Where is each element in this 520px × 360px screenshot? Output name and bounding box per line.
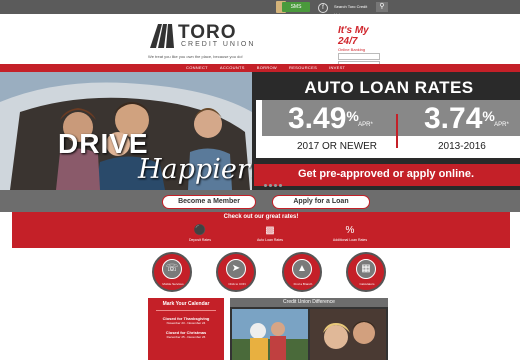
carousel-dot[interactable] [279, 184, 282, 187]
facebook-icon[interactable]: f [318, 3, 328, 13]
calendar-divider [156, 310, 216, 311]
preapproved-cta[interactable]: Get pre-approved or apply online. [298, 168, 474, 180]
main-nav: CONNECT ACCOUNTS BORROW RESOURCES INVEST [0, 64, 520, 72]
calculator-icon: ▦ [356, 259, 376, 279]
calendar-title: Mark Your Calendar [162, 301, 210, 307]
nav-item-accounts[interactable]: ACCOUNTS [220, 64, 245, 72]
hero-banner[interactable]: DRIVE Happier! AUTO LOAN RATES 3.49% APR*… [0, 72, 520, 190]
carousel-dot[interactable] [274, 184, 277, 187]
top-utility-bar: SMS f Search Toro Credit Union ⚲ [0, 0, 520, 17]
nav-item-invest[interactable]: INVEST [329, 64, 345, 72]
nav-item-connect[interactable]: CONNECT [186, 64, 208, 72]
search-icon[interactable]: ⚲ [376, 2, 388, 12]
difference-title: Credit Union Difference [230, 298, 388, 307]
mobile-services-button[interactable]: ☏ Mobile Services [152, 252, 192, 292]
logo-tagline: We treat you like you own the place, bec… [148, 54, 243, 59]
calculators-button[interactable]: ▦ Calculators [346, 252, 386, 292]
toro-mark-icon [150, 24, 174, 48]
great-rates-heading: Check out our great rates! [12, 212, 510, 222]
nav-item-borrow[interactable]: BORROW [257, 64, 277, 72]
auto-loan-rates-link[interactable]: ▩ Auto Loan Rates [240, 225, 300, 243]
rate-older-pct: % [482, 108, 495, 124]
rate-newer: 3.49% APR* [288, 102, 373, 136]
carousel-dots[interactable] [264, 184, 282, 187]
mobile-services-label: Mobile Services [162, 282, 184, 286]
carousel-dot[interactable] [269, 184, 272, 187]
banking-brand: It's My 24/7 [338, 25, 369, 47]
rates-strip: ⚫ Deposit Rates ▩ Auto Loan Rates % Addi… [12, 222, 510, 248]
click-to-con-button[interactable]: ➤ Click to CON [216, 252, 256, 292]
rate-newer-apr: APR* [358, 122, 373, 128]
quick-links: ☏ Mobile Services ➤ Click to CON ▲ Find … [0, 250, 520, 292]
calendar-panel: Mark Your Calendar Closed for Thanksgivi… [148, 298, 224, 360]
auto-loan-rates-label: Auto Loan Rates [256, 238, 284, 242]
find-branch-button[interactable]: ▲ Find a Branch [282, 252, 322, 292]
deposit-rates-label: Deposit Rates [189, 238, 211, 242]
rate-older: 3.74% APR* [424, 102, 509, 136]
find-branch-label: Find a Branch [293, 282, 313, 286]
additional-loan-rates-label: Additional Loan Rates [332, 238, 368, 242]
deposit-rates-link[interactable]: ⚫ Deposit Rates [170, 225, 230, 243]
logo-subtitle: CREDIT UNION [181, 41, 256, 48]
apply-loan-button[interactable]: Apply for a Loan [272, 195, 370, 209]
banking-subtitle: Online Banking [338, 47, 366, 52]
additional-loan-rates-link[interactable]: % Additional Loan Rates [320, 225, 380, 243]
rate-older-label: 2013-2016 [438, 141, 486, 152]
calculators-label: Calculators [359, 282, 375, 286]
rate-older-apr: APR* [494, 122, 509, 128]
family-selfie-photo[interactable] [310, 309, 386, 360]
family-dog-photo[interactable] [232, 309, 308, 360]
branch-icon: ▲ [292, 259, 312, 279]
rate-divider [396, 114, 398, 148]
hero-happier-text: Happier! [138, 154, 261, 185]
arrow-icon: ➤ [226, 259, 246, 279]
click-to-con-label: Click to CON [228, 282, 246, 286]
hero-drive-text: DRIVE [58, 128, 149, 159]
rate-newer-pct: % [346, 108, 359, 124]
calendar-event-date: December 25 - December 26 [166, 335, 206, 339]
nav-item-resources[interactable]: RESOURCES [289, 64, 317, 72]
phone-icon: ☏ [162, 259, 182, 279]
piggy-bank-icon: ⚫ [193, 225, 207, 236]
credit-union-difference-panel: Credit Union Difference [230, 298, 388, 360]
rate-older-value: 3.74 [424, 102, 483, 135]
auto-loan-rates-title: AUTO LOAN RATES [304, 78, 474, 97]
action-button-row: Become a Member Apply for a Loan [0, 190, 520, 212]
rate-newer-label: 2017 OR NEWER [297, 141, 378, 152]
toro-logo[interactable]: TORO CREDIT UNION We treat you like you … [148, 22, 258, 62]
car-icon: ▩ [265, 225, 275, 236]
search-input[interactable]: Search Toro Credit Union [334, 3, 374, 17]
username-field[interactable] [338, 53, 380, 60]
calendar-event-date: November 23 - November 24 [166, 321, 206, 325]
sms-button[interactable]: SMS [282, 2, 310, 12]
become-member-button[interactable]: Become a Member [162, 195, 256, 209]
carousel-dot[interactable] [264, 184, 267, 187]
percent-icon: % [345, 225, 355, 236]
rate-newer-value: 3.49 [288, 102, 347, 135]
